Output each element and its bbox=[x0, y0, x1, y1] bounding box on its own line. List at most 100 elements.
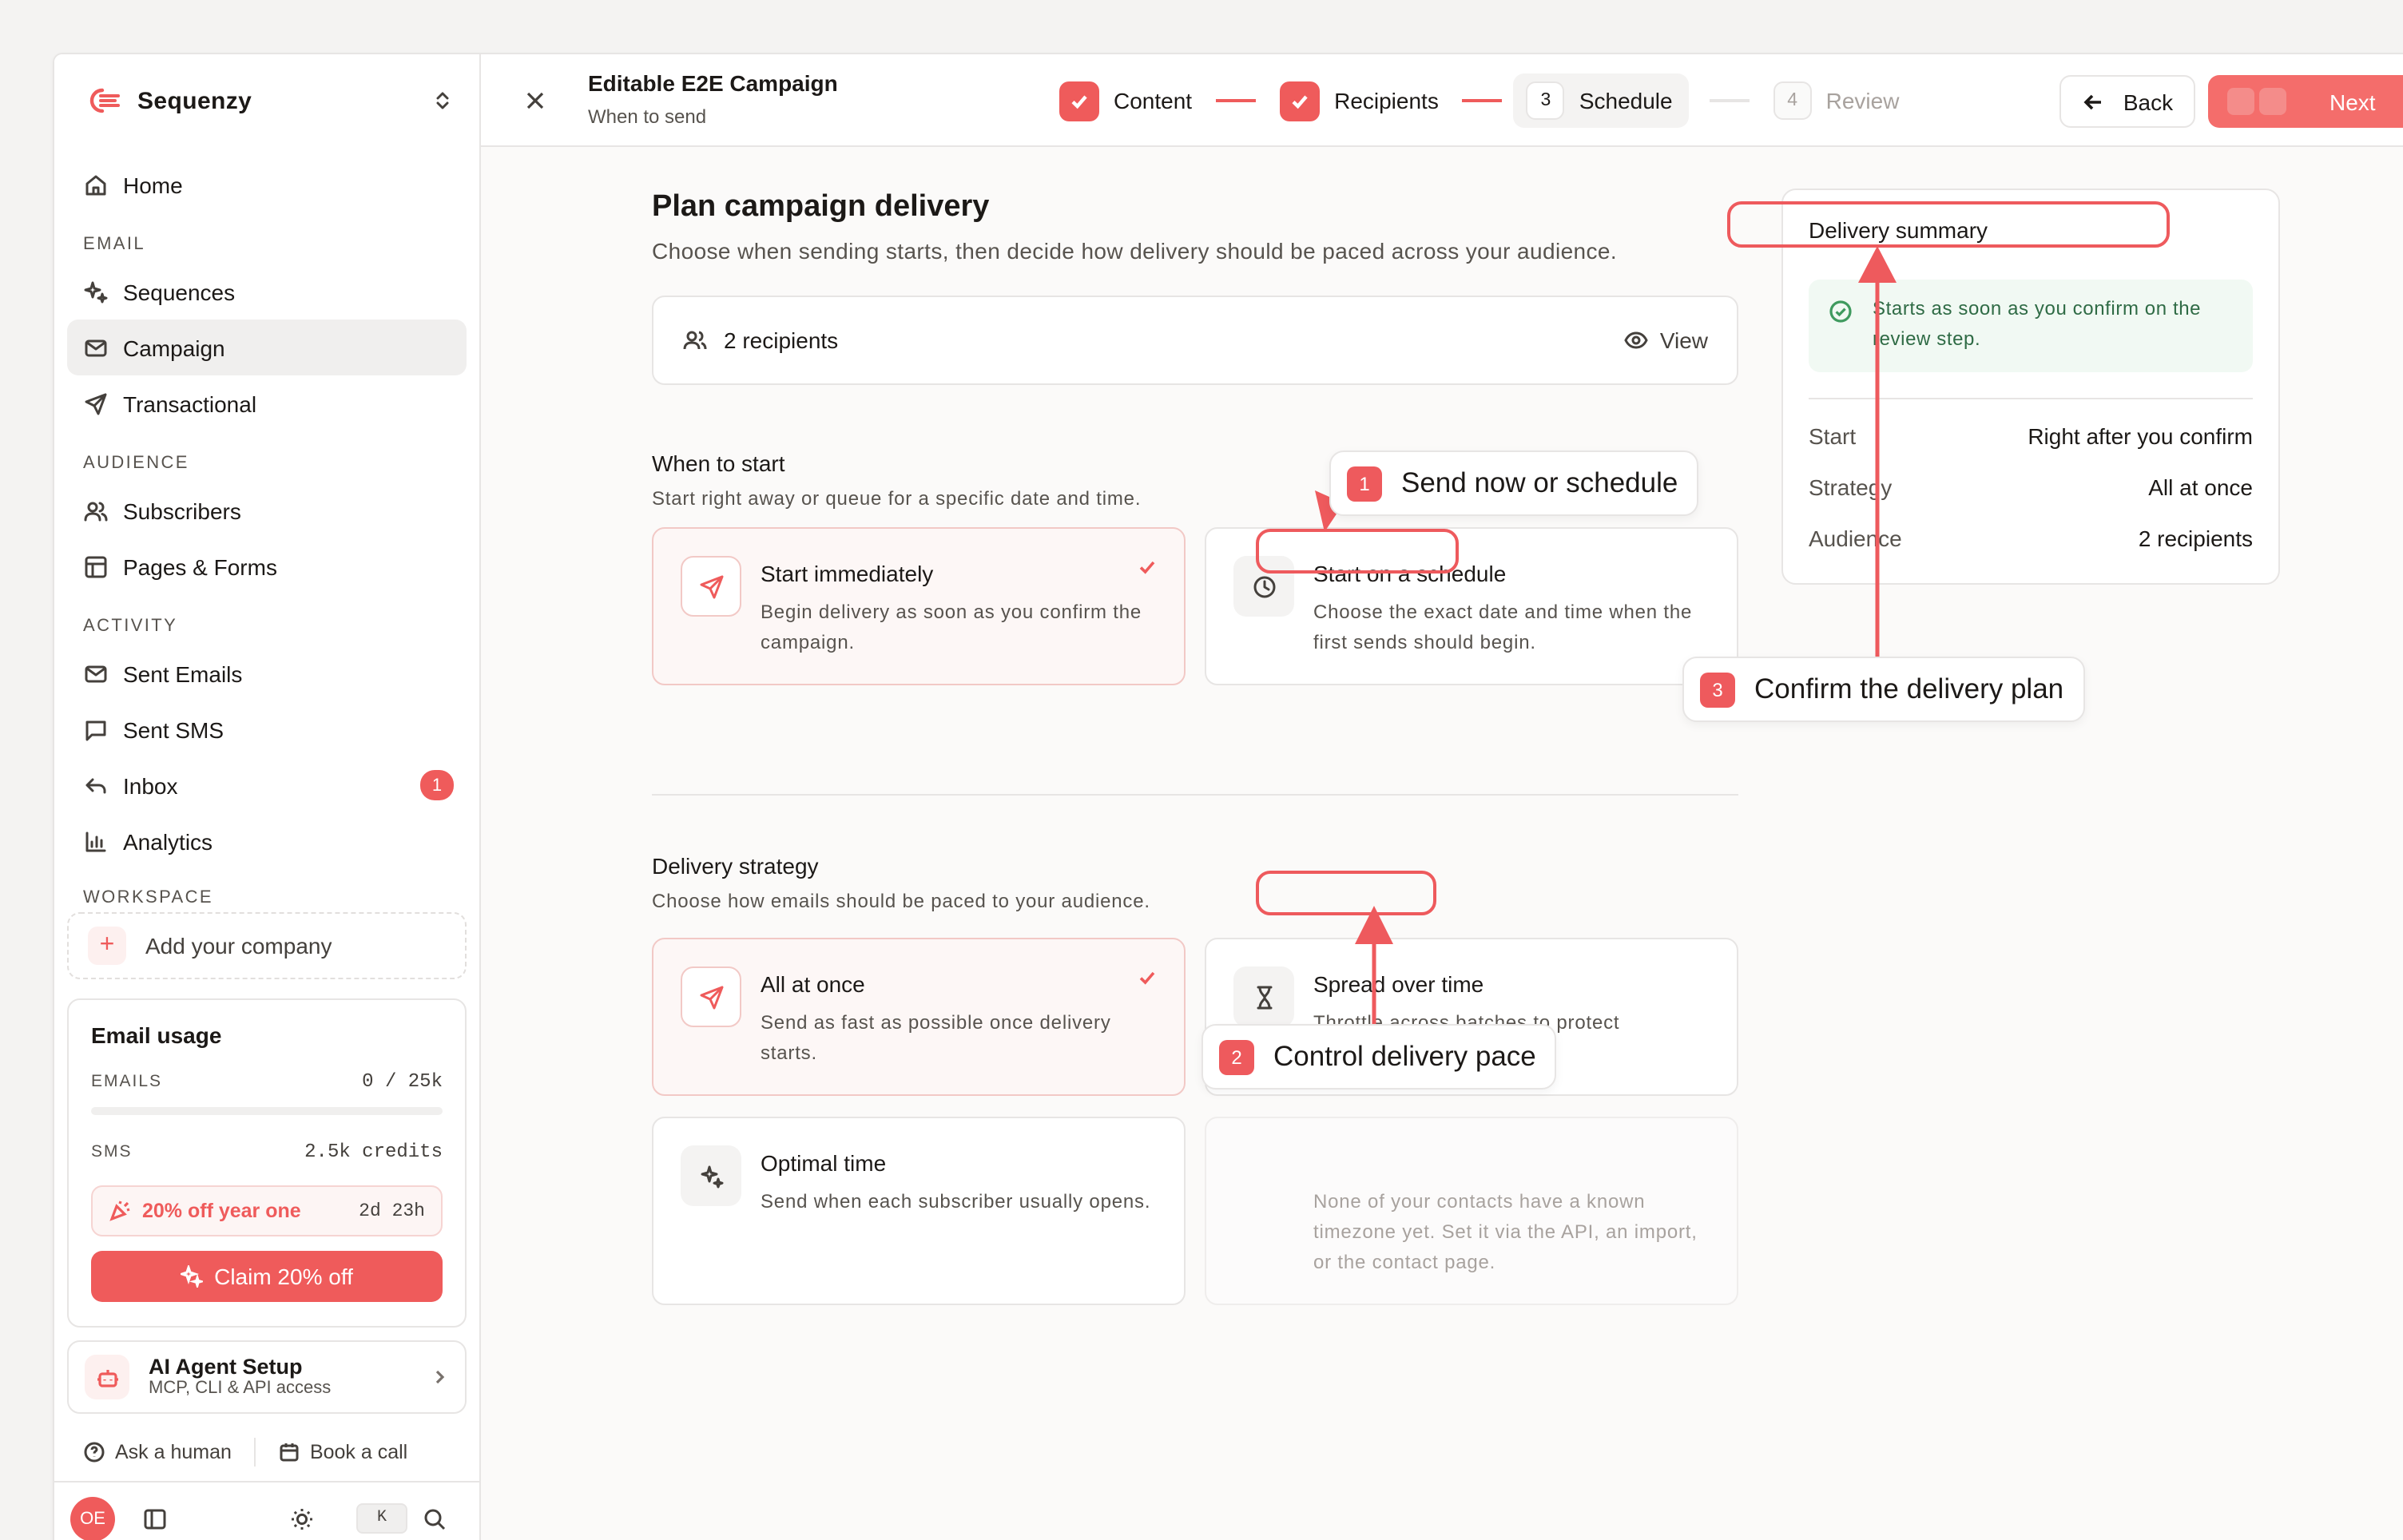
bot-icon-box bbox=[85, 1355, 129, 1399]
page-title: Plan campaign delivery bbox=[652, 190, 990, 224]
send-icon bbox=[85, 392, 107, 415]
send-icon-box bbox=[681, 966, 741, 1027]
hourglass-icon bbox=[1256, 985, 1272, 1009]
calendar-icon bbox=[280, 1443, 299, 1462]
step-recipients[interactable]: Recipients bbox=[1277, 73, 1442, 128]
option-description: None of your contacts have a known timez… bbox=[1313, 1190, 1698, 1273]
sidebar-item-sequences[interactable]: Sequences bbox=[67, 264, 467, 320]
back-label: Back bbox=[2123, 89, 2174, 114]
close-icon[interactable] bbox=[524, 89, 546, 112]
ask-human-link[interactable]: Ask a human bbox=[115, 1441, 232, 1463]
summary-title: Delivery summary bbox=[1809, 217, 1988, 243]
sidebar-item-sent-emails[interactable]: Sent Emails bbox=[67, 645, 467, 701]
app-window: Sequenzy Home EMAIL Sequences Campaign T… bbox=[53, 53, 2403, 1540]
help-divider bbox=[253, 1438, 256, 1467]
emails-usage-value: 0 / 25k bbox=[362, 1070, 443, 1093]
bar-chart-icon bbox=[85, 831, 106, 851]
option-description: Throttle across batches to protect reput… bbox=[1313, 1011, 1620, 1064]
emails-usage-label: EMAILS bbox=[91, 1072, 163, 1091]
mail-check-icon bbox=[85, 665, 107, 682]
sparkles-icon bbox=[84, 280, 108, 303]
recipients-count: 2 recipients bbox=[724, 327, 839, 353]
sun-icon[interactable] bbox=[289, 1506, 315, 1531]
bot-icon bbox=[97, 1369, 117, 1387]
summary-note: Starts as soon as you confirm on the rev… bbox=[1809, 280, 2253, 372]
check-circle-icon bbox=[1829, 300, 1852, 323]
sidebar-item-label: Pages & Forms bbox=[123, 554, 277, 579]
step-label: Content bbox=[1114, 88, 1193, 113]
option-start-on-schedule[interactable]: Start on a schedule Choose the exact dat… bbox=[1205, 527, 1738, 685]
brand-name: Sequenzy bbox=[137, 87, 252, 114]
step-label: Review bbox=[1825, 88, 1900, 113]
option-spread-over-time[interactable]: Spread over time Throttle across batches… bbox=[1205, 938, 1738, 1096]
recipients-summary: 2 recipients View bbox=[652, 296, 1738, 385]
hourglass-icon-box bbox=[1233, 966, 1294, 1027]
step-schedule[interactable]: 3 Schedule bbox=[1513, 73, 1689, 128]
selected-check-icon bbox=[1139, 561, 1155, 574]
search-icon[interactable] bbox=[422, 1506, 447, 1531]
avatar[interactable]: OE bbox=[70, 1496, 115, 1540]
ai-setup-subtitle: MCP, CLI & API access bbox=[149, 1379, 332, 1398]
sparkles-icon bbox=[700, 1165, 723, 1188]
when-to-start-title: When to start bbox=[652, 450, 785, 476]
sidebar-item-transactional[interactable]: Transactional bbox=[67, 375, 467, 431]
emails-usage-bar bbox=[91, 1107, 443, 1115]
sidebar-item-home[interactable]: Home bbox=[67, 157, 467, 212]
party-popper-icon bbox=[109, 1201, 130, 1221]
when-to-start-subtitle: Start right away or queue for a specific… bbox=[652, 487, 1142, 510]
sparkles-icon bbox=[181, 1265, 204, 1288]
summary-divider bbox=[1809, 398, 2253, 399]
sms-usage-label: SMS bbox=[91, 1142, 133, 1161]
sidebar-toggle-icon[interactable] bbox=[142, 1506, 168, 1531]
section-label-email: EMAIL bbox=[83, 235, 146, 254]
option-title: Start immediately bbox=[761, 561, 934, 586]
sidebar-item-analytics[interactable]: Analytics bbox=[67, 813, 467, 869]
next-button[interactable]: Next bbox=[2208, 75, 2403, 128]
back-button[interactable]: Back bbox=[2059, 75, 2195, 128]
chevron-right-icon bbox=[435, 1370, 445, 1384]
view-recipients-button[interactable]: View bbox=[1623, 327, 1708, 353]
step-review[interactable]: 4 Review bbox=[1770, 73, 1903, 128]
book-call-link[interactable]: Book a call bbox=[310, 1441, 407, 1463]
sidebar-footer: OE K bbox=[54, 1481, 481, 1540]
option-title: Spread over time bbox=[1313, 971, 1484, 997]
option-description: Send when each subscriber usually opens. bbox=[761, 1190, 1151, 1213]
sidebar-item-label: Home bbox=[123, 172, 183, 197]
workspace-switcher[interactable]: Sequenzy bbox=[83, 83, 454, 118]
home-icon bbox=[85, 174, 106, 195]
section-label-workspace: WORKSPACE bbox=[83, 888, 213, 904]
option-start-immediately[interactable]: Start immediately Begin delivery as soon… bbox=[652, 527, 1186, 685]
ai-setup-title: AI Agent Setup bbox=[149, 1355, 303, 1379]
delivery-strategy-title: Delivery strategy bbox=[652, 853, 819, 879]
summary-row-audience: Audience 2 recipients bbox=[1809, 526, 2253, 551]
sidebar-item-subscribers[interactable]: Subscribers bbox=[67, 482, 467, 538]
redacted-block bbox=[2259, 88, 2286, 115]
sidebar-item-label: Inbox bbox=[123, 772, 178, 798]
step-connector bbox=[1462, 99, 1503, 102]
sidebar-item-campaign[interactable]: Campaign bbox=[67, 320, 467, 375]
help-row: Ask a human Book a call bbox=[83, 1438, 451, 1467]
sidebar: Sequenzy Home EMAIL Sequences Campaign T… bbox=[54, 54, 481, 1540]
step-content[interactable]: Content bbox=[1056, 73, 1195, 128]
option-optimal-time[interactable]: Optimal time Send when each subscriber u… bbox=[652, 1117, 1186, 1305]
sidebar-item-label: Sequences bbox=[123, 279, 236, 304]
add-company-button[interactable]: + Add your company bbox=[67, 912, 467, 979]
claim-discount-button[interactable]: Claim 20% off bbox=[91, 1251, 443, 1302]
sidebar-item-pages-forms[interactable]: Pages & Forms bbox=[67, 538, 467, 594]
users-icon bbox=[84, 501, 108, 521]
discount-promo[interactable]: 20% off year one 2d 23h bbox=[91, 1185, 443, 1236]
clock-icon bbox=[1253, 575, 1275, 597]
option-all-at-once[interactable]: All at once Send as fast as possible onc… bbox=[652, 938, 1186, 1096]
chevrons-up-down-icon bbox=[436, 92, 449, 109]
reply-icon bbox=[85, 777, 106, 793]
sidebar-item-sent-sms[interactable]: Sent SMS bbox=[67, 701, 467, 757]
step-label: Schedule bbox=[1579, 88, 1673, 113]
view-label: View bbox=[1659, 327, 1708, 353]
promo-timer: 2d 23h bbox=[359, 1201, 425, 1221]
delivery-strategy-subtitle: Choose how emails should be paced to you… bbox=[652, 890, 1150, 912]
sidebar-item-inbox[interactable]: Inbox 1 bbox=[67, 757, 467, 813]
option-title: Optimal time bbox=[761, 1150, 887, 1176]
eye-icon bbox=[1624, 331, 1648, 349]
ai-agent-setup-link[interactable]: AI Agent Setup MCP, CLI & API access bbox=[67, 1340, 467, 1414]
step-connector bbox=[1709, 99, 1750, 102]
